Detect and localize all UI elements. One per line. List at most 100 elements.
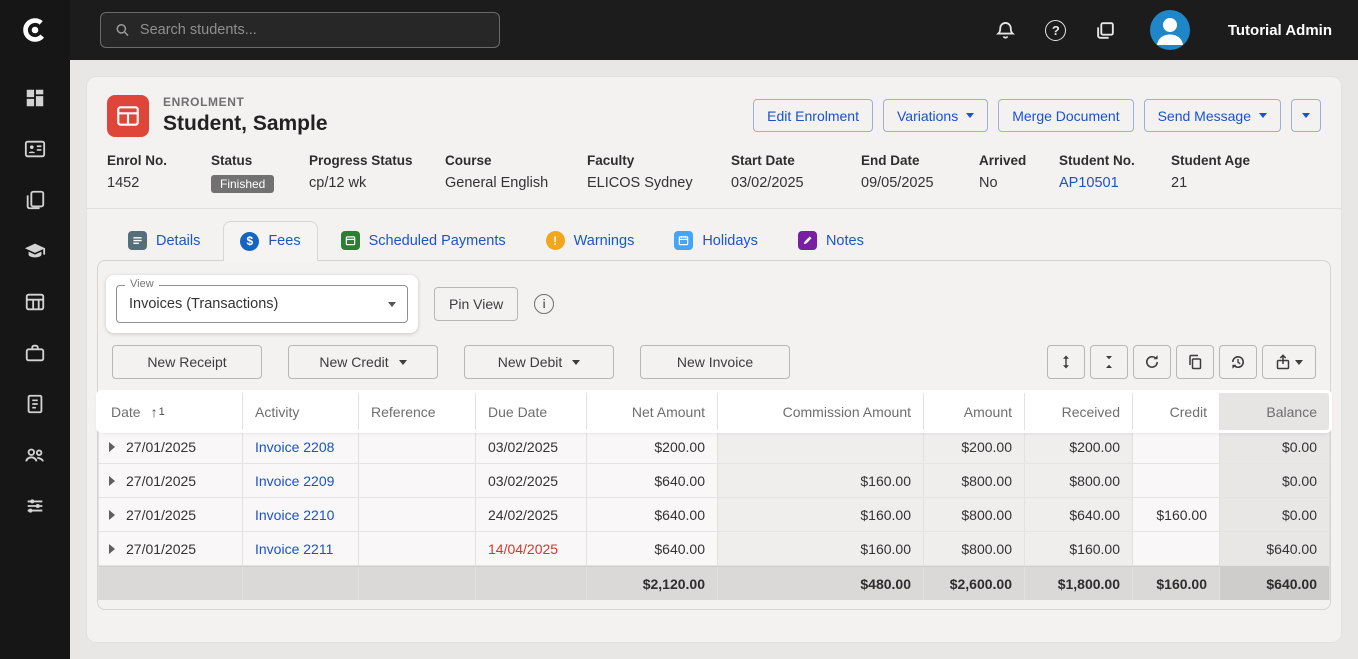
sidebar-item-settings[interactable] (22, 494, 48, 518)
view-select-value: Invoices (Transactions) (129, 296, 278, 312)
view-select[interactable]: View Invoices (Transactions) (116, 285, 408, 323)
row-expander-icon[interactable] (109, 442, 115, 452)
main-content: ENROLMENT Student, Sample Edit Enrolment… (70, 60, 1358, 659)
tab-notes[interactable]: Notes (781, 221, 881, 260)
start-date-value: 03/02/2025 (731, 175, 851, 191)
enrolment-icon (107, 95, 149, 137)
sidebar-nav (0, 60, 70, 518)
invoice-link[interactable]: Invoice 2211 (255, 541, 333, 557)
contact-card-icon (24, 138, 46, 160)
sidebar-item-agents[interactable] (22, 341, 48, 365)
sidebar-item-community[interactable] (22, 443, 48, 467)
sidebar-item-dashboard[interactable] (22, 86, 48, 110)
edit-enrolment-button[interactable]: Edit Enrolment (753, 99, 873, 132)
overdue-due-date: 14/04/2025 (488, 541, 558, 557)
tab-label: Details (156, 233, 200, 249)
collapse-rows-icon (1101, 354, 1117, 370)
column-header-credit[interactable]: Credit (1133, 393, 1220, 430)
user-icon (1150, 10, 1190, 50)
column-header-activity[interactable]: Activity (243, 393, 359, 430)
search-input[interactable] (140, 22, 485, 38)
refresh-button[interactable] (1133, 345, 1171, 379)
info-label: Progress Status (309, 153, 435, 168)
info-label: Arrived (979, 153, 1049, 168)
scheduled-payments-icon (341, 231, 360, 250)
invoice-link[interactable]: Invoice 2209 (255, 473, 334, 489)
variations-button[interactable]: Variations (883, 99, 988, 132)
tab-fees[interactable]: $ Fees (223, 221, 317, 261)
info-label: Student Age (1171, 153, 1311, 168)
tab-details[interactable]: Details (111, 221, 217, 260)
column-header-date[interactable]: Date↑1 (99, 393, 243, 430)
user-name: Tutorial Admin (1228, 22, 1332, 39)
chevron-down-icon (1302, 113, 1310, 118)
new-invoice-button[interactable]: New Invoice (640, 345, 790, 379)
app-logo[interactable] (0, 0, 70, 60)
sidebar-item-documents[interactable] (22, 188, 48, 212)
info-label: Status (211, 153, 299, 168)
sliders-icon (24, 495, 46, 517)
column-header-reference[interactable]: Reference (359, 393, 476, 430)
export-button[interactable] (1262, 345, 1316, 379)
export-icon (1275, 354, 1291, 370)
pin-view-button[interactable]: Pin View (434, 287, 518, 321)
history-button[interactable] (1219, 345, 1257, 379)
student-no-link[interactable]: AP10501 (1059, 175, 1119, 191)
table-row[interactable]: 27/01/2025 Invoice 2208 03/02/2025 $200.… (99, 430, 1329, 464)
avatar[interactable] (1150, 10, 1190, 50)
table-row[interactable]: 27/01/2025 Invoice 2211 14/04/2025 $640.… (99, 532, 1329, 566)
column-header-received[interactable]: Received (1025, 393, 1133, 430)
notifications-button[interactable] (994, 18, 1018, 42)
new-receipt-button[interactable]: New Receipt (112, 345, 262, 379)
table-icon (24, 291, 46, 313)
column-header-net-amount[interactable]: Net Amount (587, 393, 718, 430)
info-label: Enrol No. (107, 153, 201, 168)
sidebar-item-finance[interactable] (22, 392, 48, 416)
enrolment-card: ENROLMENT Student, Sample Edit Enrolment… (86, 76, 1342, 643)
sort-indicator: ↑1 (151, 404, 165, 420)
merge-document-button[interactable]: Merge Document (998, 99, 1133, 132)
row-expander-icon[interactable] (109, 544, 115, 554)
apps-button[interactable] (1094, 18, 1118, 42)
table-toolbar (1047, 345, 1316, 379)
expand-rows-button[interactable] (1047, 345, 1085, 379)
tab-holidays[interactable]: Holidays (657, 221, 775, 260)
invoice-link[interactable]: Invoice 2210 (255, 507, 334, 523)
invoice-link[interactable]: Invoice 2208 (255, 439, 334, 455)
arrived-value: No (979, 175, 1049, 191)
column-header-balance[interactable]: Balance (1220, 393, 1329, 430)
help-button[interactable]: ? (1044, 18, 1068, 42)
row-expander-icon[interactable] (109, 510, 115, 520)
windows-icon (1095, 20, 1116, 41)
view-spotlight: View Invoices (Transactions) (106, 275, 418, 333)
tab-warnings[interactable]: ! Warnings (529, 221, 652, 260)
info-label: End Date (861, 153, 969, 168)
column-header-amount[interactable]: Amount (924, 393, 1025, 430)
sidebar-item-courses[interactable] (22, 239, 48, 263)
collapse-rows-button[interactable] (1090, 345, 1128, 379)
total-received: $1,800.00 (1058, 576, 1120, 592)
table-row[interactable]: 27/01/2025 Invoice 2209 03/02/2025 $640.… (99, 464, 1329, 498)
send-message-button[interactable]: Send Message (1144, 99, 1281, 132)
column-header-commission-amount[interactable]: Commission Amount (718, 393, 924, 430)
tab-scheduled-payments[interactable]: Scheduled Payments (324, 221, 523, 260)
column-header-due-date[interactable]: Due Date (476, 393, 587, 430)
new-debit-button[interactable]: New Debit (464, 345, 614, 379)
faculty-value: ELICOS Sydney (587, 175, 721, 191)
info-icon[interactable]: i (534, 294, 554, 314)
copy-button[interactable] (1176, 345, 1214, 379)
details-icon (128, 231, 147, 250)
tab-label: Notes (826, 233, 864, 249)
new-credit-button[interactable]: New Credit (288, 345, 438, 379)
refresh-icon (1144, 354, 1160, 370)
row-expander-icon[interactable] (109, 476, 115, 486)
tab-bar: Details $ Fees Scheduled Payments ! Warn… (87, 209, 1341, 260)
people-icon (24, 444, 46, 466)
sidebar-item-timetable[interactable] (22, 290, 48, 314)
fees-actions-row: New Receipt New Credit New Debit New Inv… (98, 345, 1330, 379)
sidebar-item-contacts[interactable] (22, 137, 48, 161)
student-age-value: 21 (1171, 175, 1311, 191)
table-row[interactable]: 27/01/2025 Invoice 2210 24/02/2025 $640.… (99, 498, 1329, 532)
student-search[interactable] (100, 12, 500, 48)
more-actions-button[interactable] (1291, 99, 1321, 132)
